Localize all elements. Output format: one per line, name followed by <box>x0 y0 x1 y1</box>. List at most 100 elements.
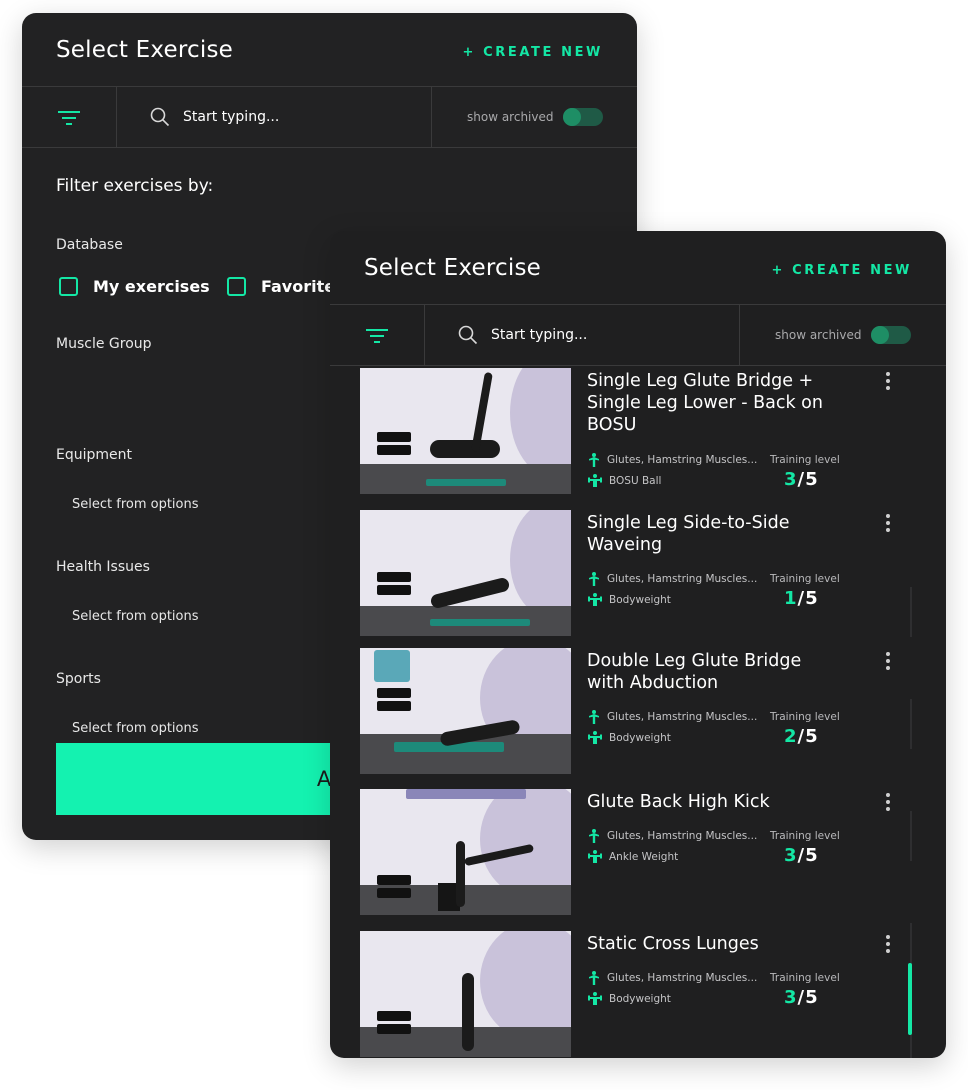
toolbar: show archived <box>22 87 637 148</box>
muscle-icon <box>589 971 599 985</box>
training-level: 2/5 <box>784 726 819 747</box>
panel-header: Select Exercise + CREATE NEW <box>330 231 946 305</box>
background-shape <box>510 368 571 478</box>
kebab-menu-icon[interactable] <box>886 793 890 811</box>
checkbox-box[interactable] <box>227 277 246 296</box>
training-level-label: Training level <box>770 573 840 585</box>
exercise-name[interactable]: Double Leg Glute Bridge with Abduction <box>587 650 827 694</box>
search-icon <box>150 107 170 127</box>
training-level-label: Training level <box>770 711 840 723</box>
checkbox-label: My exercises <box>93 277 210 296</box>
equipment-meta: Bodyweight <box>588 992 671 1005</box>
level-max: 5 <box>805 469 819 490</box>
search-box <box>425 305 740 366</box>
list-item[interactable]: Double Leg Glute Bridge with Abduction G… <box>360 648 920 774</box>
equipment-text: Bodyweight <box>609 992 671 1005</box>
show-archived-control: show archived <box>740 305 946 366</box>
equipment-meta: Ankle Weight <box>588 850 678 863</box>
training-level: 1/5 <box>784 588 819 609</box>
muscle-text: Glutes, Hamstring Muscles... <box>607 711 758 723</box>
background-shape <box>510 510 571 620</box>
level-value: 3 <box>784 845 798 866</box>
banner-text <box>406 789 526 799</box>
list-item[interactable]: Glute Back High Kick Glutes, Hamstring M… <box>360 789 920 915</box>
page-title: Select Exercise <box>364 255 541 281</box>
toggle-knob <box>563 108 581 126</box>
exercise-thumbnail[interactable] <box>360 648 571 774</box>
list-item[interactable]: Static Cross Lunges Glutes, Hamstring Mu… <box>360 931 920 1057</box>
muscle-icon <box>589 829 599 843</box>
level-value: 1 <box>784 588 798 609</box>
equipment-icon <box>588 850 602 863</box>
filter-heading: Filter exercises by: <box>56 176 214 196</box>
exercise-name[interactable]: Static Cross Lunges <box>587 933 827 955</box>
health-issues-label: Health Issues <box>56 559 150 575</box>
muscle-icon <box>589 572 599 586</box>
show-archived-control: show archived <box>432 87 637 148</box>
athlete-figure <box>429 576 511 610</box>
muscle-text: Glutes, Hamstring Muscles... <box>607 454 758 466</box>
toggle-knob <box>871 326 889 344</box>
show-archived-toggle[interactable] <box>563 108 603 126</box>
google-play-badge <box>377 432 411 442</box>
checkbox-favorites[interactable]: Favorites <box>227 277 345 296</box>
exercise-name[interactable]: Single Leg Side-to-Side Waveing <box>587 512 827 556</box>
create-new-button[interactable]: + CREATE NEW <box>463 45 603 60</box>
filter-icon <box>366 328 388 343</box>
sports-select[interactable]: Select from options <box>72 721 199 736</box>
create-new-button[interactable]: + CREATE NEW <box>772 263 912 278</box>
panel-header: Select Exercise + CREATE NEW <box>22 13 637 87</box>
level-value: 3 <box>784 987 798 1008</box>
background-shape <box>480 931 571 1041</box>
athlete-figure <box>456 841 465 907</box>
level-max: 5 <box>805 987 819 1008</box>
muscle-icon <box>589 453 599 467</box>
exercise-mat <box>430 619 530 626</box>
training-level-label: Training level <box>770 830 840 842</box>
database-label: Database <box>56 237 123 253</box>
exercise-list-panel: Select Exercise + CREATE NEW show archiv… <box>330 231 946 1058</box>
kebab-menu-icon[interactable] <box>886 935 890 953</box>
checkbox-box[interactable] <box>59 277 78 296</box>
fit-logo <box>374 650 410 682</box>
muscle-group-meta: Glutes, Hamstring Muscles... <box>588 971 757 985</box>
list-item[interactable]: Single Leg Glute Bridge + Single Leg Low… <box>360 368 920 494</box>
equipment-meta: Bodyweight <box>588 731 671 744</box>
training-level: 3/5 <box>784 845 819 866</box>
background-shape <box>480 789 571 899</box>
exercise-thumbnail[interactable] <box>360 368 571 494</box>
search-icon <box>458 325 478 345</box>
kebab-menu-icon[interactable] <box>886 372 890 390</box>
filter-button[interactable] <box>22 87 117 148</box>
muscle-text: Glutes, Hamstring Muscles... <box>607 972 758 984</box>
equipment-text: Bodyweight <box>609 593 671 606</box>
checkbox-my-exercises[interactable]: My exercises <box>59 277 210 296</box>
exercise-thumbnail[interactable] <box>360 510 571 636</box>
kebab-menu-icon[interactable] <box>886 652 890 670</box>
exercise-name[interactable]: Glute Back High Kick <box>587 791 827 813</box>
sports-label: Sports <box>56 671 101 687</box>
training-level-label: Training level <box>770 454 840 466</box>
show-archived-toggle[interactable] <box>871 326 911 344</box>
google-play-badge <box>377 572 411 582</box>
app-store-badge <box>377 888 411 898</box>
list-item[interactable]: Single Leg Side-to-Side Waveing Glutes, … <box>360 510 920 636</box>
filter-button[interactable] <box>330 305 425 366</box>
exercise-name[interactable]: Single Leg Glute Bridge + Single Leg Low… <box>587 370 827 436</box>
search-input[interactable] <box>183 105 403 129</box>
muscle-group-meta: Glutes, Hamstring Muscles... <box>588 572 757 586</box>
search-input[interactable] <box>491 323 711 347</box>
equipment-select[interactable]: Select from options <box>72 497 199 512</box>
exercise-list: Single Leg Glute Bridge + Single Leg Low… <box>330 367 946 1058</box>
page-title: Select Exercise <box>56 37 233 63</box>
equipment-text: BOSU Ball <box>609 474 662 487</box>
exercise-thumbnail[interactable] <box>360 789 571 915</box>
google-play-badge <box>377 688 411 698</box>
kebab-menu-icon[interactable] <box>886 514 890 532</box>
muscle-group-meta: Glutes, Hamstring Muscles... <box>588 710 757 724</box>
athlete-figure <box>430 440 500 458</box>
show-archived-label: show archived <box>467 110 554 124</box>
exercise-thumbnail[interactable] <box>360 931 571 1057</box>
health-issues-select[interactable]: Select from options <box>72 609 199 624</box>
muscle-icon <box>589 710 599 724</box>
